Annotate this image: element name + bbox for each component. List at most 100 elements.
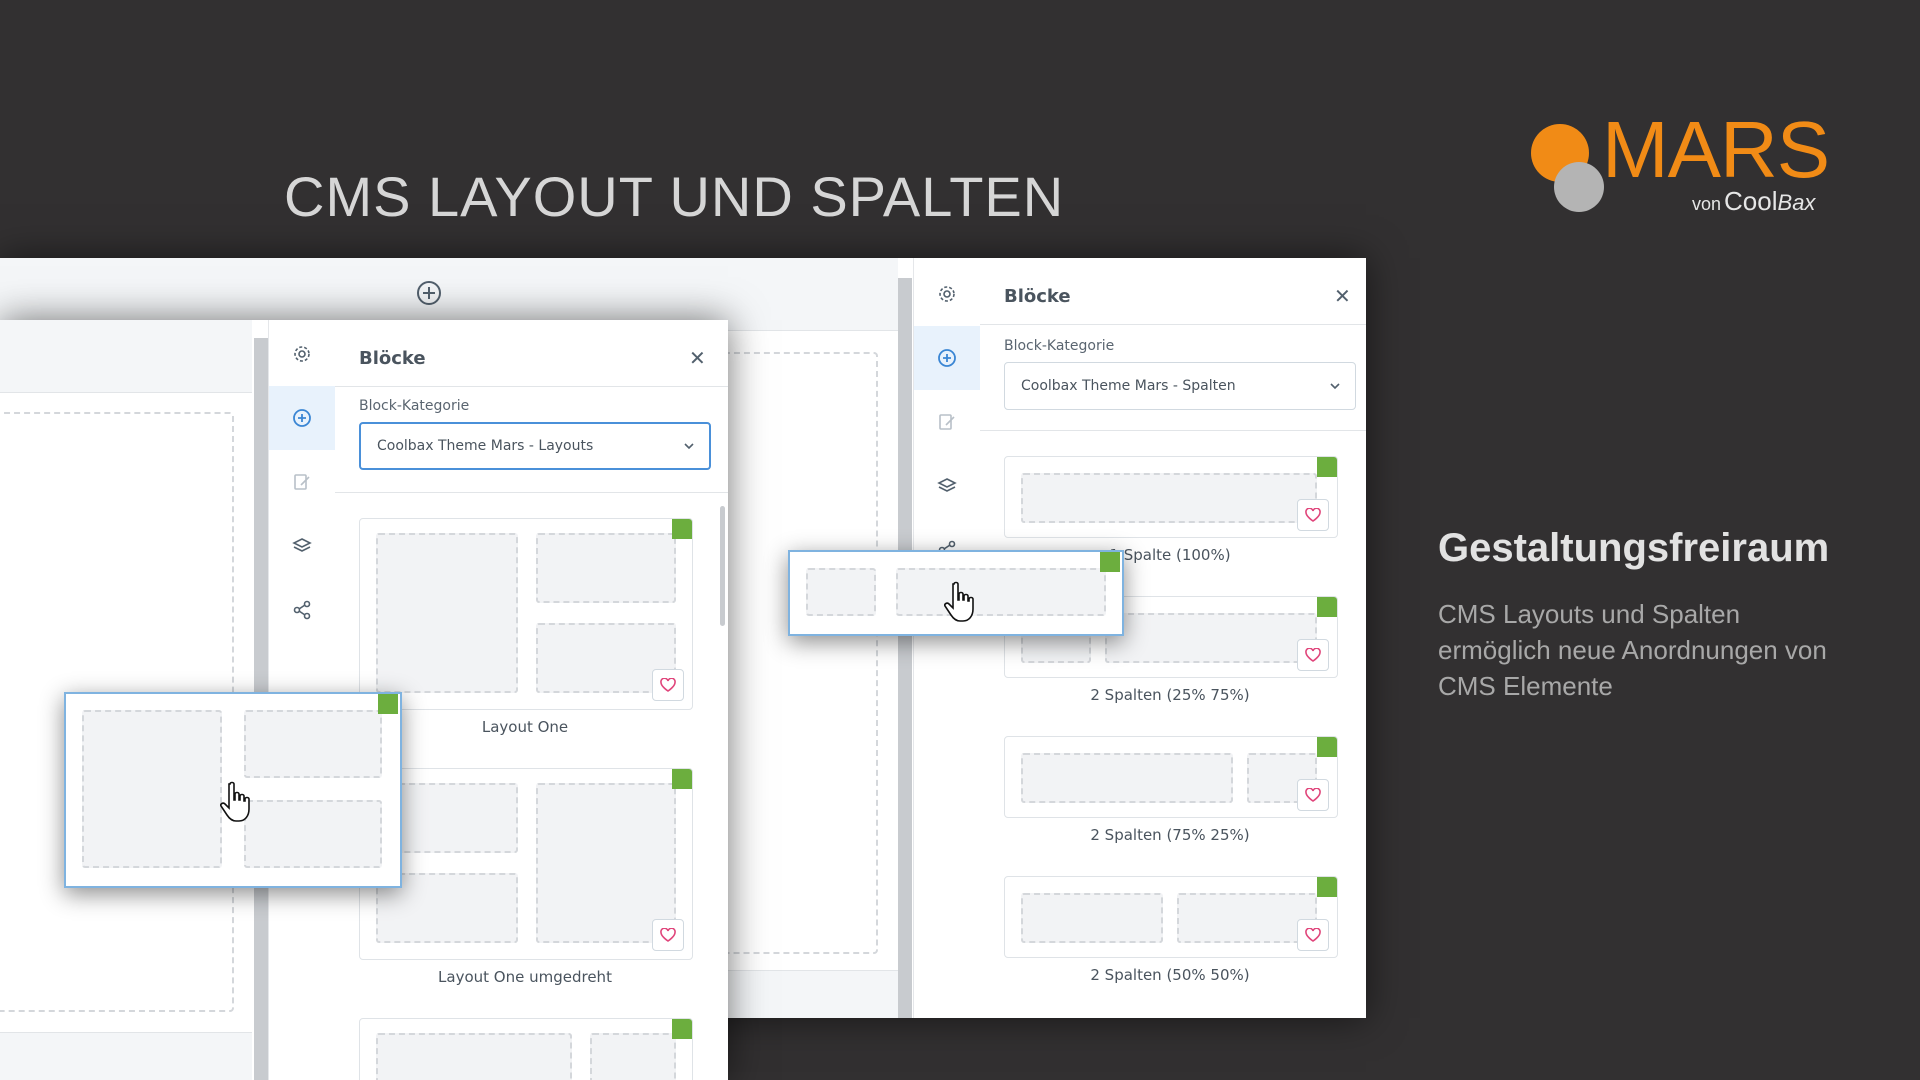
- heart-icon: [1305, 648, 1321, 662]
- column-placeholder: [244, 800, 382, 868]
- column-placeholder: [1021, 753, 1233, 803]
- panel-scrollbar[interactable]: [720, 506, 725, 626]
- category-label: Block-Kategorie: [359, 398, 470, 414]
- category-select[interactable]: Coolbax Theme Mars - Layouts: [359, 422, 711, 470]
- add-section-button[interactable]: [416, 280, 442, 306]
- column-placeholder: [82, 710, 222, 868]
- favorite-button[interactable]: [1297, 499, 1329, 531]
- column-placeholder: [244, 710, 382, 778]
- block-card-1-column[interactable]: [1004, 456, 1338, 538]
- plus-circle-icon: [938, 349, 956, 367]
- column-placeholder: [376, 1033, 572, 1080]
- block-label: Layout One: [481, 718, 569, 736]
- edit-tag-icon: [1317, 877, 1337, 897]
- favorite-button[interactable]: [1297, 779, 1329, 811]
- edit-tag-icon: [1317, 597, 1337, 617]
- column-placeholder: [896, 568, 1106, 616]
- favorite-button[interactable]: [652, 669, 684, 701]
- category-select-value: Coolbax Theme Mars - Spalten: [1021, 378, 1236, 394]
- block-label: 2 Spalten (75% 25%): [1090, 826, 1250, 844]
- logo-von: von: [1692, 194, 1722, 214]
- sidebar-settings[interactable]: [269, 322, 335, 386]
- edit-tag-icon: [1100, 552, 1120, 572]
- sidebar-edit[interactable]: [914, 390, 980, 454]
- dragged-column-block[interactable]: [788, 550, 1124, 636]
- content-drop-area[interactable]: [720, 352, 878, 954]
- chevron-down-icon: [1330, 383, 1340, 390]
- layers-icon: [937, 478, 957, 492]
- block-label: Layout One umgedreht: [438, 968, 612, 986]
- logo-bax: Bax: [1777, 190, 1816, 215]
- gear-icon: [294, 346, 310, 362]
- column-placeholder: [1105, 613, 1317, 663]
- layers-icon: [292, 538, 312, 552]
- heart-icon: [1305, 508, 1321, 522]
- panel-divider: [335, 386, 728, 387]
- sidebar-edit[interactable]: [269, 450, 335, 514]
- sidebar-layers[interactable]: [269, 514, 335, 578]
- sidebar-icon-column: [913, 258, 981, 1018]
- editor-scrollbar[interactable]: [898, 278, 912, 1018]
- edit-tag-icon: [1317, 737, 1337, 757]
- column-placeholder: [1177, 893, 1317, 943]
- sidebar-add-blocks[interactable]: [914, 326, 980, 390]
- block-card-layout-one[interactable]: [359, 518, 693, 710]
- close-icon[interactable]: ✕: [1334, 284, 1351, 308]
- column-placeholder: [1021, 893, 1163, 943]
- feature-description: CMS Layouts und Spalten ermöglich neue A…: [1438, 599, 1827, 701]
- sidebar-add-blocks[interactable]: [269, 386, 335, 450]
- category-select-value: Coolbax Theme Mars - Layouts: [377, 438, 594, 454]
- favorite-button[interactable]: [1297, 639, 1329, 671]
- edit-tag-icon: [672, 769, 692, 789]
- block-label: 2 Spalten (25% 75%): [1090, 686, 1250, 704]
- blocks-panel-back: Blöcke ✕ Block-Kategorie Coolbax Theme M…: [980, 258, 1366, 1018]
- share-icon: [293, 600, 311, 620]
- category-select[interactable]: Coolbax Theme Mars - Spalten: [1004, 362, 1356, 410]
- mars-logo: MARS von CoolBax: [1528, 110, 1830, 217]
- column-placeholder: [590, 1033, 676, 1080]
- close-icon[interactable]: ✕: [689, 346, 706, 370]
- block-card-2-columns-50-50[interactable]: [1004, 876, 1338, 958]
- feature-heading: Gestaltungsfreiraum: [1438, 526, 1830, 570]
- hand-cursor-icon: [220, 781, 250, 822]
- heart-icon: [1305, 928, 1321, 942]
- sidebar-settings[interactable]: [914, 262, 980, 326]
- logo-byline: von CoolBax: [1692, 186, 1815, 217]
- dragged-layout-block[interactable]: [64, 692, 402, 888]
- edit-tag-icon: [378, 694, 398, 714]
- sidebar-share[interactable]: [269, 578, 335, 642]
- block-card-2-columns-75-25[interactable]: [1004, 736, 1338, 818]
- editor-bottom-strip: [0, 1032, 252, 1080]
- category-label: Block-Kategorie: [1004, 338, 1115, 354]
- favorite-button[interactable]: [1297, 919, 1329, 951]
- heart-icon: [660, 678, 676, 692]
- logo-cool: Cool: [1724, 186, 1778, 216]
- block-card-layout-three[interactable]: [359, 1018, 693, 1080]
- column-placeholder: [376, 533, 518, 693]
- column-placeholder: [806, 568, 876, 616]
- panel-divider: [980, 324, 1366, 325]
- panel-divider: [980, 430, 1366, 431]
- edit-tag-icon: [672, 1019, 692, 1039]
- logo-gray-circle: [1554, 162, 1604, 212]
- edit-tag-icon: [1317, 457, 1337, 477]
- column-placeholder: [536, 533, 676, 603]
- panel-divider: [335, 492, 728, 493]
- editor-top-strip: [0, 320, 252, 393]
- page-title: CMS LAYOUT UND SPALTEN: [284, 165, 1065, 228]
- logo-brand-text: MARS: [1602, 105, 1830, 194]
- block-card-layout-one-reversed[interactable]: [359, 768, 693, 960]
- heart-icon: [660, 928, 676, 942]
- edit-icon: [939, 414, 955, 430]
- hand-cursor-icon: [944, 581, 974, 622]
- favorite-button[interactable]: [652, 919, 684, 951]
- blocks-panel-title: Blöcke: [1004, 286, 1071, 307]
- heart-icon: [1305, 788, 1321, 802]
- plus-circle-icon: [293, 409, 311, 427]
- sidebar-layers[interactable]: [914, 454, 980, 518]
- edit-icon: [294, 474, 310, 490]
- block-label: 2 Spalten (50% 50%): [1090, 966, 1250, 984]
- plus-circle-icon: [417, 281, 441, 305]
- edit-tag-icon: [672, 519, 692, 539]
- blocks-panel-title: Blöcke: [359, 348, 426, 369]
